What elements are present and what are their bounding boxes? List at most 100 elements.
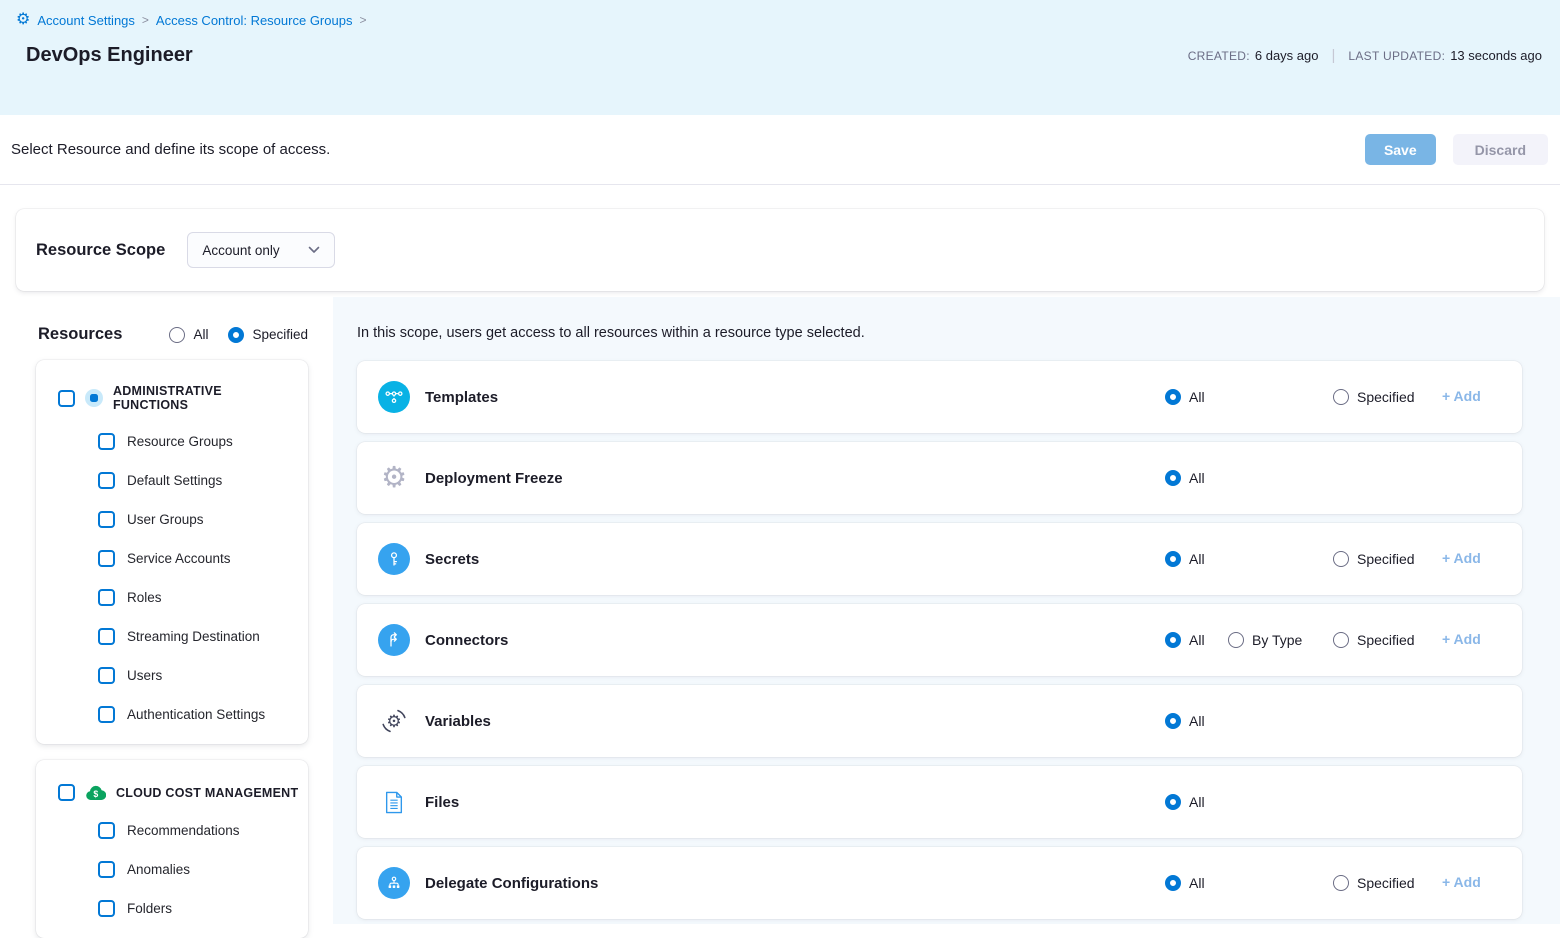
resource-item-authentication-settings[interactable]: Authentication Settings — [58, 695, 300, 734]
item-label: Anomalies — [127, 862, 190, 877]
resources-panel: Resources All Specified ADMINISTRATIVE F… — [0, 297, 333, 924]
svg-text:⚙: ⚙ — [386, 712, 401, 731]
resource-item-recommendations[interactable]: Recommendations — [58, 811, 300, 850]
resource-type-label: Delegate Configurations — [425, 875, 598, 892]
option-specified[interactable]: Specified — [1333, 632, 1442, 648]
item-checkbox[interactable] — [98, 511, 115, 528]
resource-item-anomalies[interactable]: Anomalies — [58, 850, 300, 889]
item-checkbox[interactable] — [98, 433, 115, 450]
resource-item-user-groups[interactable]: User Groups — [58, 500, 300, 539]
resource-type-label: Connectors — [425, 632, 508, 649]
radio-icon[interactable] — [1333, 875, 1349, 891]
add-button[interactable]: + Add — [1442, 631, 1481, 647]
settings-gear-icon: ⚙ — [16, 12, 30, 28]
item-checkbox[interactable] — [98, 550, 115, 567]
resource-scope-dropdown[interactable]: Account only — [187, 232, 334, 268]
resource-group-card: ADMINISTRATIVE FUNCTIONS Resource Groups D… — [36, 360, 308, 744]
resource-type-label: Variables — [425, 713, 491, 730]
add-button[interactable]: + Add — [1442, 388, 1481, 404]
radio-icon[interactable] — [1333, 389, 1349, 405]
delegate-configurations-icon — [378, 867, 410, 899]
option-all[interactable]: All — [1165, 713, 1228, 729]
created-value: 6 days ago — [1255, 48, 1319, 63]
item-checkbox[interactable] — [98, 628, 115, 645]
option-specified[interactable]: Specified — [1333, 389, 1442, 405]
chevron-down-icon — [308, 246, 320, 254]
cloud-cost-icon: $ — [85, 784, 106, 801]
option-label: All — [1189, 551, 1205, 567]
option-label: All — [1189, 875, 1205, 891]
discard-button[interactable]: Discard — [1453, 134, 1548, 165]
resources-radio-specified[interactable]: Specified — [228, 327, 308, 343]
item-checkbox[interactable] — [98, 706, 115, 723]
resource-scope-value: Account only — [202, 243, 279, 258]
resources-radio-all[interactable]: All — [169, 327, 208, 343]
item-checkbox[interactable] — [98, 472, 115, 489]
item-checkbox[interactable] — [98, 822, 115, 839]
group-header: $ CLOUD COST MANAGEMENT — [58, 784, 300, 801]
option-all[interactable]: All — [1165, 470, 1228, 486]
resource-item-resource-groups[interactable]: Resource Groups — [58, 422, 300, 461]
add-button[interactable]: + Add — [1442, 550, 1481, 566]
radio-icon[interactable] — [1333, 632, 1349, 648]
resource-type-label: Templates — [425, 389, 498, 406]
resource-item-users[interactable]: Users — [58, 656, 300, 695]
item-label: Folders — [127, 901, 172, 916]
option-all[interactable]: All — [1165, 794, 1228, 810]
resource-item-service-accounts[interactable]: Service Accounts — [58, 539, 300, 578]
resource-item-roles[interactable]: Roles — [58, 578, 300, 617]
resource-item-streaming-destination[interactable]: Streaming Destination — [58, 617, 300, 656]
scope-main-area: In this scope, users get access to all r… — [333, 297, 1560, 924]
toolbar-description: Select Resource and define its scope of … — [11, 141, 330, 158]
radio-icon[interactable] — [1165, 794, 1181, 810]
radio-icon[interactable] — [169, 327, 185, 343]
item-checkbox[interactable] — [98, 900, 115, 917]
breadcrumb-separator: > — [359, 13, 366, 27]
resource-groups-list: ADMINISTRATIVE FUNCTIONS Resource Groups D… — [36, 360, 333, 938]
item-checkbox[interactable] — [98, 667, 115, 684]
option-specified[interactable]: Specified — [1333, 875, 1442, 891]
radio-icon[interactable] — [1165, 632, 1181, 648]
item-label: Default Settings — [127, 473, 222, 488]
group-checkbox[interactable] — [58, 784, 75, 801]
breadcrumb: ⚙ Account Settings > Access Control: Res… — [16, 12, 1544, 28]
option-specified[interactable]: Specified — [1333, 551, 1442, 567]
radio-icon[interactable] — [1165, 713, 1181, 729]
resource-row-connectors: Connectors All By TypeSpecified+ Add — [357, 604, 1522, 676]
resource-row-templates: Templates All Specified + Add — [357, 361, 1522, 433]
item-checkbox[interactable] — [98, 589, 115, 606]
option-label: All — [1189, 794, 1205, 810]
radio-icon[interactable] — [1228, 632, 1244, 648]
radio-icon[interactable] — [1165, 551, 1181, 567]
resource-type-label: Files — [425, 794, 459, 811]
breadcrumb-link-resource-groups[interactable]: Access Control: Resource Groups — [156, 13, 353, 28]
resource-item-default-settings[interactable]: Default Settings — [58, 461, 300, 500]
radio-icon[interactable] — [1333, 551, 1349, 567]
option-all[interactable]: All — [1165, 551, 1228, 567]
option-label: Specified — [1357, 389, 1415, 405]
radio-icon[interactable] — [1165, 470, 1181, 486]
resource-item-folders[interactable]: Folders — [58, 889, 300, 928]
radio-icon[interactable] — [228, 327, 244, 343]
group-checkbox[interactable] — [58, 390, 75, 407]
option-label: All — [1189, 632, 1205, 648]
resource-scope-label: Resource Scope — [36, 241, 165, 260]
option-all[interactable]: All — [1165, 389, 1228, 405]
resource-row-variables: ⚙ Variables All — [357, 685, 1522, 757]
option-all[interactable]: All — [1165, 632, 1228, 648]
resource-row-delegate-configurations: Delegate Configurations All Specified+ Add — [357, 847, 1522, 919]
save-button[interactable]: Save — [1365, 134, 1436, 165]
group-name: CLOUD COST MANAGEMENT — [116, 786, 298, 800]
option-label: All — [1189, 713, 1205, 729]
option-label: All — [1189, 389, 1205, 405]
option-by-type[interactable]: By Type — [1228, 632, 1333, 648]
item-checkbox[interactable] — [98, 861, 115, 878]
group-header: ADMINISTRATIVE FUNCTIONS — [58, 384, 300, 412]
resource-row-secrets: SecretsAllSpecified+ Add — [357, 523, 1522, 595]
radio-icon[interactable] — [1165, 389, 1181, 405]
radio-icon[interactable] — [1165, 875, 1181, 891]
breadcrumb-link-account-settings[interactable]: Account Settings — [37, 13, 135, 28]
option-label: All — [1189, 470, 1205, 486]
add-button[interactable]: + Add — [1442, 874, 1481, 890]
option-all[interactable]: All — [1165, 875, 1228, 891]
